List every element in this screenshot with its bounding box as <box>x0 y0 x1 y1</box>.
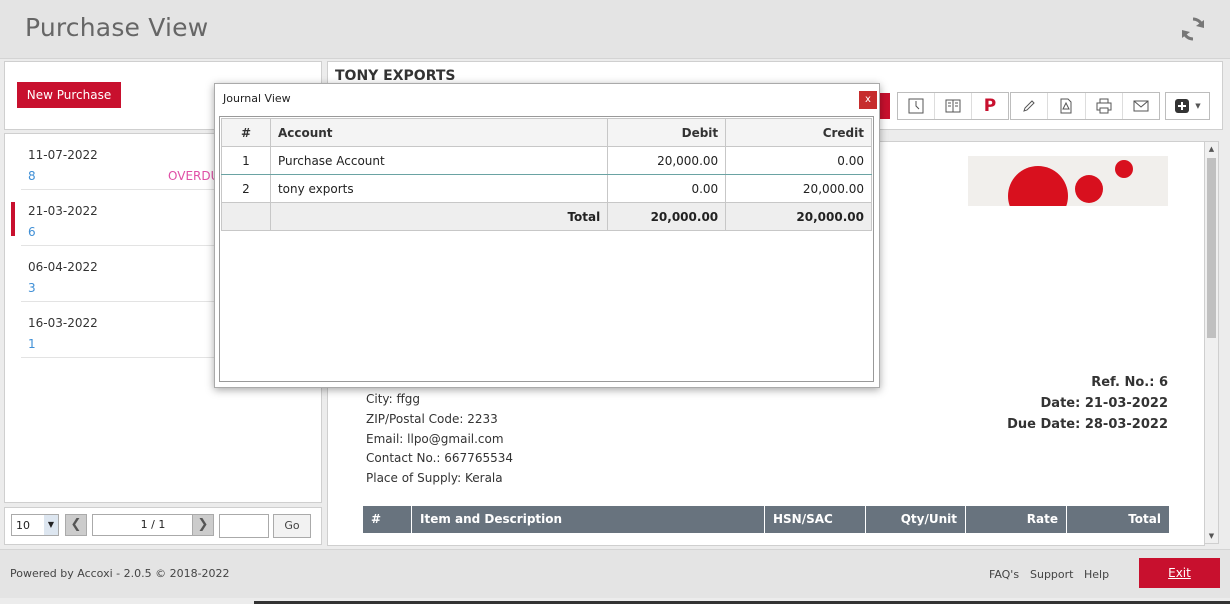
item-date: 21-03-2022 <box>28 204 98 218</box>
page-footer: Powered by Accoxi - 2.0.5 © 2018-2022 FA… <box>0 549 1230 598</box>
col-account: Account <box>269 118 609 147</box>
refresh-icon[interactable] <box>1177 13 1209 45</box>
item-date: 11-07-2022 <box>28 148 98 162</box>
row-number: 2 <box>221 174 271 203</box>
pay-icon[interactable]: P <box>972 93 1008 119</box>
address-email: Email: llpo@gmail.com <box>366 432 504 446</box>
page-size-select[interactable]: 10 ▼ <box>11 514 59 536</box>
row-credit: 20,000.00 <box>725 174 872 203</box>
item-date: 16-03-2022 <box>28 316 98 330</box>
edit-icon[interactable] <box>1011 93 1049 119</box>
go-button[interactable]: Go <box>273 514 311 538</box>
pdf-icon[interactable] <box>1048 93 1086 119</box>
exit-button[interactable]: Exit <box>1139 558 1220 588</box>
item-number: 8 <box>28 169 36 183</box>
chevron-right-icon: ❯ <box>197 517 209 532</box>
col-debit: Debit <box>607 118 727 147</box>
page-header: Purchase View <box>0 0 1230 59</box>
journal-body: # Account Debit Credit 1 Purchase Accoun… <box>219 116 874 382</box>
address-supply: Place of Supply: Kerala <box>366 471 503 485</box>
add-icon <box>1175 99 1190 113</box>
total-credit: 20,000.00 <box>725 202 872 231</box>
col-total: Total <box>1128 512 1161 526</box>
page-title: Purchase View <box>25 13 209 42</box>
new-purchase-button[interactable]: New Purchase <box>17 82 121 108</box>
powered-by: Powered by Accoxi - 2.0.5 © 2018-2022 <box>10 567 230 580</box>
row-debit: 20,000.00 <box>607 146 727 175</box>
add-menu-button[interactable]: ▼ <box>1165 92 1210 120</box>
due-date: Due Date: 28-03-2022 <box>1007 417 1168 432</box>
page-size-value: 10 <box>16 519 30 532</box>
journal-header-row: # Account Debit Credit <box>221 118 872 147</box>
dialog-title: Journal View <box>223 92 291 105</box>
chevron-down-icon: ▼ <box>1195 102 1201 110</box>
toolbar-group-2 <box>1010 92 1160 120</box>
chevron-left-icon: ❮ <box>70 517 82 532</box>
address-city: City: ffgg <box>366 392 421 406</box>
scroll-thumb[interactable] <box>1207 158 1216 338</box>
journal-table: # Account Debit Credit 1 Purchase Accoun… <box>221 118 872 231</box>
row-account: tony exports <box>269 174 609 203</box>
company-name: TONY EXPORTS <box>335 68 456 84</box>
total-row: Total 20,000.00 20,000.00 <box>221 202 872 231</box>
clock-icon[interactable] <box>898 93 935 119</box>
item-number: 3 <box>28 281 36 295</box>
col-number: # <box>221 118 271 147</box>
item-number: 6 <box>28 225 36 239</box>
ref-number: Ref. No.: 6 <box>1091 375 1168 390</box>
col-item: Item and Description <box>412 506 765 533</box>
faqs-link[interactable]: FAQ's <box>989 568 1019 581</box>
close-icon[interactable]: x <box>859 91 877 109</box>
col-hsn: HSN/SAC <box>765 506 866 533</box>
prev-page-button[interactable]: ❮ <box>65 514 87 536</box>
chevron-down-icon: ▼ <box>44 515 58 535</box>
mail-icon[interactable] <box>1123 93 1159 119</box>
toolbar-group-1: P <box>897 92 1009 120</box>
row-account: Purchase Account <box>269 146 609 175</box>
address-zip: ZIP/Postal Code: 2233 <box>366 412 498 426</box>
help-link[interactable]: Help <box>1084 568 1109 581</box>
col-qty: Qty/Unit <box>866 506 966 533</box>
col-credit: Credit <box>725 118 872 147</box>
scroll-up-icon[interactable]: ▲ <box>1205 142 1218 156</box>
table-row[interactable]: 2 tony exports 0.00 20,000.00 <box>221 174 872 203</box>
company-logo <box>968 156 1168 206</box>
support-link[interactable]: Support <box>1030 568 1073 581</box>
row-credit: 0.00 <box>725 146 872 175</box>
next-page-button[interactable]: ❯ <box>192 514 214 536</box>
items-table-header: # Item and Description HSN/SAC Qty/Unit … <box>363 506 1169 533</box>
total-blank <box>221 202 271 231</box>
pagination-bar: 10 ▼ ❮ 1 / 1 ❯ Go <box>4 507 322 545</box>
scroll-down-icon[interactable]: ▼ <box>1205 529 1218 543</box>
item-date: 06-04-2022 <box>28 260 98 274</box>
table-row[interactable]: 1 Purchase Account 20,000.00 0.00 <box>221 146 872 175</box>
address-contact: Contact No.: 667765534 <box>366 451 513 465</box>
print-icon[interactable] <box>1086 93 1123 119</box>
add-dropdown[interactable]: ▼ <box>1166 93 1209 119</box>
ledger-icon[interactable] <box>935 93 972 119</box>
row-debit: 0.00 <box>607 174 727 203</box>
document-scrollbar[interactable]: ▲ ▼ <box>1204 141 1219 544</box>
col-rate: Rate <box>966 506 1067 533</box>
col-number: # <box>363 506 412 533</box>
invoice-date: Date: 21-03-2022 <box>1040 396 1168 411</box>
status-badge: OVERDU <box>168 169 220 183</box>
total-debit: 20,000.00 <box>607 202 727 231</box>
total-label: Total <box>269 202 609 231</box>
goto-page-input[interactable] <box>219 514 269 538</box>
journal-view-dialog: Journal View x # Account Debit Credit 1 … <box>214 83 880 388</box>
row-number: 1 <box>221 146 271 175</box>
item-number: 1 <box>28 337 36 351</box>
